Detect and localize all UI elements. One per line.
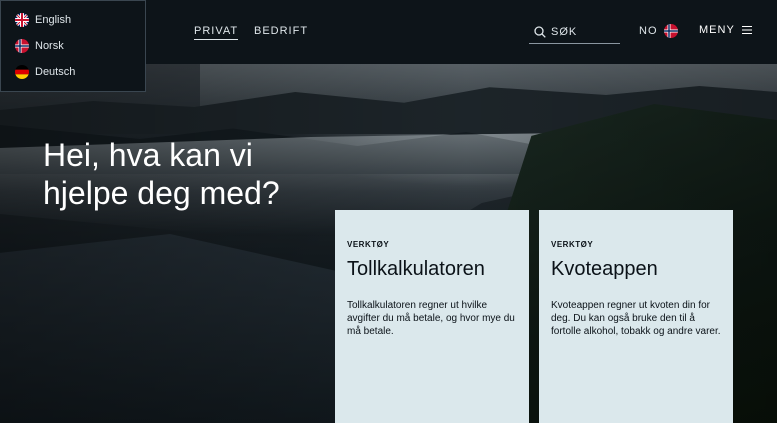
language-label: Deutsch: [35, 66, 76, 78]
language-dropdown: English Norsk Deutsch: [0, 0, 146, 92]
menu-button[interactable]: MENY: [699, 24, 752, 36]
language-selector[interactable]: NO: [639, 24, 678, 38]
language-label: English: [35, 14, 72, 26]
search-box[interactable]: [529, 21, 620, 44]
language-option-norsk[interactable]: Norsk: [1, 33, 145, 59]
language-option-english[interactable]: English: [1, 7, 145, 33]
card-tollkalkulatoren[interactable]: VERKTØY Tollkalkulatoren Tollkalkulatore…: [335, 210, 529, 423]
hero-headline: Hei, hva kan vi hjelpe deg med?: [43, 137, 280, 211]
card-title: Tollkalkulatoren: [347, 258, 485, 280]
uk-flag-icon: [15, 13, 29, 27]
language-label: Norsk: [35, 40, 64, 52]
nav-bedrift[interactable]: BEDRIFT: [254, 25, 308, 37]
menu-label: MENY: [699, 24, 735, 36]
germany-flag-icon: [15, 65, 29, 79]
language-option-deutsch[interactable]: Deutsch: [1, 59, 145, 85]
language-code: NO: [639, 25, 658, 37]
card-eyebrow: VERKTØY: [347, 240, 390, 249]
search-input[interactable]: [551, 26, 615, 38]
card-description: Kvoteappen regner ut kvoten din for deg.…: [551, 300, 721, 337]
hamburger-icon: [741, 26, 752, 34]
nav-privat[interactable]: PRIVAT: [194, 25, 239, 40]
card-kvoteappen[interactable]: VERKTØY Kvoteappen Kvoteappen regner ut …: [539, 210, 733, 423]
card-title: Kvoteappen: [551, 258, 658, 280]
norway-flag-icon: [15, 39, 29, 53]
search-icon: [534, 26, 546, 38]
card-eyebrow: VERKTØY: [551, 240, 594, 249]
card-description: Tollkalkulatoren regner ut hvilke avgift…: [347, 300, 515, 337]
norway-flag-icon: [663, 24, 678, 38]
